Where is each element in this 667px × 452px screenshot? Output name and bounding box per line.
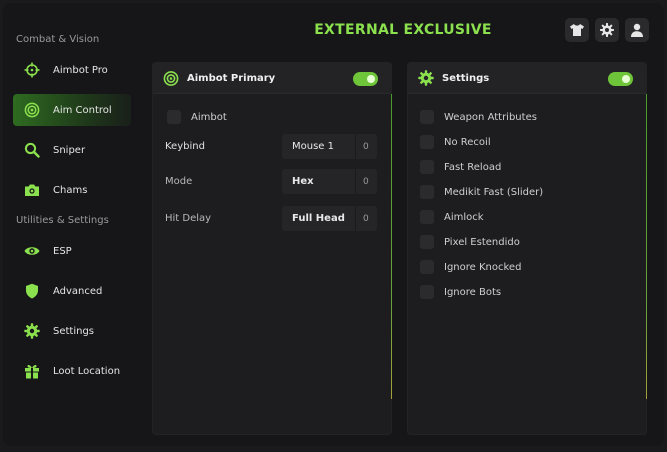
sidebar-item-aimbot-pro[interactable]: Aimbot Pro	[13, 54, 131, 86]
aimbot-primary-toggle[interactable]	[353, 72, 378, 86]
sidebar-item-settings[interactable]: Settings	[13, 315, 131, 347]
sidebar-item-label: Sniper	[53, 144, 86, 156]
option-ignore-bots[interactable]: Ignore Bots	[420, 285, 501, 299]
panel-title: Aimbot Primary	[187, 72, 276, 84]
option-checkbox[interactable]	[420, 235, 434, 249]
camera-icon	[24, 182, 40, 198]
option-label: Medikit Fast (Slider)	[444, 186, 544, 198]
option-label: Ignore Knocked	[444, 261, 522, 273]
shirt-icon	[570, 24, 584, 36]
panel-header: Aimbot Primary	[153, 63, 391, 94]
sidebar-item-loot-location[interactable]: Loot Location	[13, 355, 131, 387]
option-label: No Recoil	[444, 136, 491, 148]
select-divider	[355, 169, 356, 194]
option-pixel-estendido[interactable]: Pixel Estendido	[420, 235, 520, 249]
top-toolbar	[565, 18, 649, 42]
aimbot-checkbox[interactable]	[167, 110, 181, 124]
option-label: Weapon Attributes	[444, 111, 537, 123]
sidebar-item-label: Settings	[53, 325, 95, 337]
mode-value: Hex	[292, 176, 314, 187]
target-icon	[163, 70, 179, 86]
section-title-utilities: Utilities & Settings	[16, 215, 109, 226]
sidebar-item-label: Aimbot Pro	[53, 64, 108, 76]
option-ignore-knocked[interactable]: Ignore Knocked	[420, 260, 521, 274]
option-checkbox[interactable]	[420, 110, 434, 124]
aimbot-checkbox-label: Aimbot	[191, 111, 227, 123]
sidebar-item-label: Advanced	[53, 285, 103, 297]
keybind-count: 0	[363, 141, 369, 152]
option-label: Pixel Estendido	[444, 236, 520, 248]
option-checkbox[interactable]	[420, 135, 434, 149]
option-checkbox[interactable]	[420, 210, 434, 224]
profile-button[interactable]	[625, 18, 649, 42]
sidebar-item-label: ESP	[53, 245, 72, 257]
settings-button[interactable]	[595, 18, 619, 42]
gift-icon	[24, 363, 40, 379]
sidebar-item-label: Aim Control	[53, 104, 112, 116]
select-divider	[355, 206, 356, 231]
mode-select[interactable]: Hex 0	[282, 169, 377, 194]
sidebar-item-esp[interactable]: ESP	[13, 235, 131, 267]
aimbot-checkbox-row[interactable]: Aimbot	[167, 110, 227, 124]
keybind-label: Keybind	[165, 141, 205, 152]
option-medikit-fast[interactable]: Medikit Fast (Slider)	[420, 185, 543, 199]
settings-panel: Settings Weapon Attributes No Recoil Fas…	[407, 62, 647, 435]
option-checkbox[interactable]	[420, 160, 434, 174]
sidebar-item-label: Loot Location	[53, 365, 121, 377]
keybind-select[interactable]: Mouse 1 0	[282, 134, 377, 159]
hit-delay-label: Hit Delay	[165, 213, 212, 224]
option-no-recoil[interactable]: No Recoil	[420, 135, 491, 149]
crosshair-icon	[24, 62, 40, 78]
aimbot-primary-panel: Aimbot Primary Aimbot Keybind Mouse 1 0 …	[152, 62, 392, 435]
option-weapon-attributes[interactable]: Weapon Attributes	[420, 110, 537, 124]
select-divider	[355, 134, 356, 159]
option-aimlock[interactable]: Aimlock	[420, 210, 484, 224]
hit-delay-select[interactable]: Full Head 0	[282, 206, 377, 231]
mode-count: 0	[363, 176, 369, 187]
mode-label: Mode	[165, 176, 193, 187]
hit-delay-count: 0	[363, 213, 369, 224]
sidebar-item-label: Chams	[53, 184, 88, 196]
keybind-value: Mouse 1	[292, 141, 334, 152]
app-window: EXTERNAL EXCLUSIVE Combat & Vision Aimbo…	[3, 3, 664, 446]
hit-delay-value: Full Head	[292, 213, 345, 224]
shirt-button[interactable]	[565, 18, 589, 42]
page-title: EXTERNAL EXCLUSIVE	[314, 22, 492, 38]
gear-icon	[418, 70, 434, 86]
shield-icon	[24, 283, 40, 299]
eye-icon	[24, 243, 40, 259]
search-icon	[24, 142, 40, 158]
gear-icon	[600, 23, 614, 37]
target-icon	[24, 102, 40, 118]
panel-accent-edge	[391, 94, 392, 399]
sidebar-item-advanced[interactable]: Advanced	[13, 275, 131, 307]
section-title-combat: Combat & Vision	[16, 34, 100, 45]
user-icon	[631, 23, 643, 37]
option-label: Aimlock	[444, 211, 484, 223]
settings-toggle[interactable]	[608, 72, 633, 86]
option-label: Fast Reload	[444, 161, 502, 173]
option-checkbox[interactable]	[420, 185, 434, 199]
gear-icon	[24, 323, 40, 339]
panel-header: Settings	[408, 63, 646, 94]
panel-accent-edge	[646, 94, 647, 399]
option-checkbox[interactable]	[420, 260, 434, 274]
sidebar-item-sniper[interactable]: Sniper	[13, 134, 131, 166]
option-fast-reload[interactable]: Fast Reload	[420, 160, 501, 174]
sidebar-item-chams[interactable]: Chams	[13, 174, 131, 206]
sidebar-item-aim-control[interactable]: Aim Control	[13, 94, 131, 126]
option-checkbox[interactable]	[420, 285, 434, 299]
option-label: Ignore Bots	[444, 286, 502, 298]
panel-title: Settings	[442, 72, 490, 84]
